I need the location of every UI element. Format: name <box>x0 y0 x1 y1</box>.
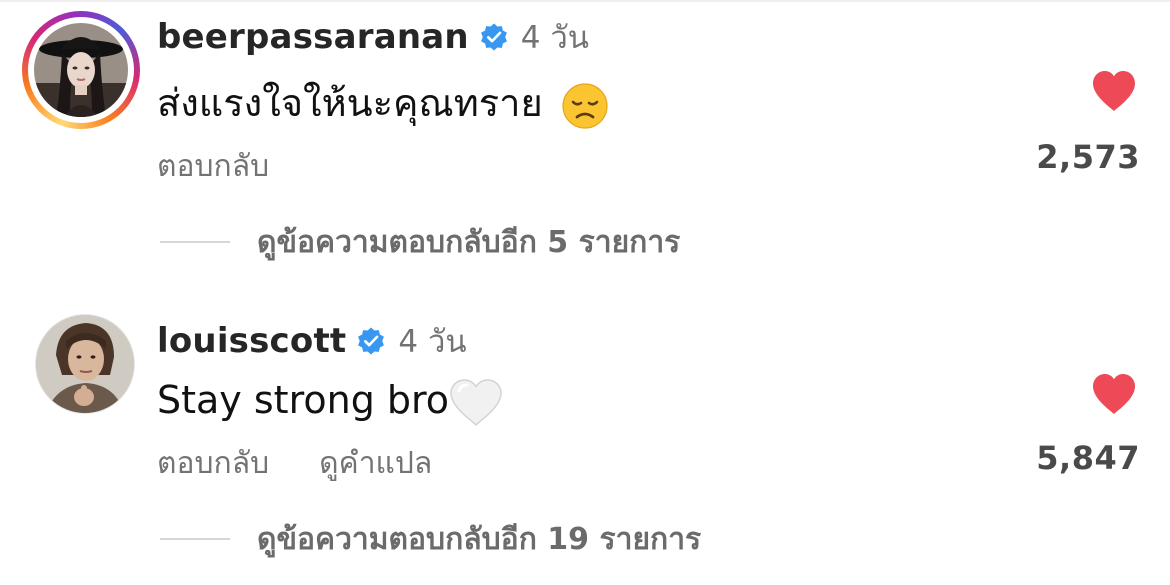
white-heart-emoji <box>449 378 503 427</box>
verified-badge-icon <box>358 327 385 355</box>
reply-button[interactable]: ตอบกลับ <box>157 440 269 487</box>
avatar-photo <box>36 315 134 413</box>
comment-body: Stay strong bro <box>157 378 450 422</box>
like-control: 5,847 <box>1030 373 1140 493</box>
comment-actions: ตอบกลับ ดูคำแปล <box>157 441 432 485</box>
heart-filled-icon[interactable] <box>1091 70 1137 112</box>
view-replies-label: ดูข้อความตอบกลับอีก 19 รายการ <box>257 521 702 557</box>
heart-filled-icon[interactable] <box>1091 373 1137 415</box>
comment-header: beerpassaranan 4 วัน <box>157 13 589 61</box>
comment-text: ส่งแรงใจให้นะคุณทราย <box>157 78 609 130</box>
like-control: 2,573 <box>1030 70 1140 190</box>
replies-divider-line <box>160 538 230 540</box>
like-count: 2,573 <box>1036 138 1140 176</box>
see-translation-button[interactable]: ดูคำแปล <box>319 440 432 487</box>
like-count: 5,847 <box>1036 439 1140 477</box>
comment-text: Stay strong bro <box>157 375 503 427</box>
view-replies-button[interactable]: ดูข้อความตอบกลับอีก 5 รายการ <box>160 220 680 264</box>
story-ring[interactable] <box>22 11 140 129</box>
avatar[interactable] <box>36 315 134 413</box>
replies-divider-line <box>160 241 230 243</box>
comment-body: ส่งแรงใจให้นะคุณทราย <box>157 81 543 125</box>
comment-time: 4 วัน <box>520 20 589 56</box>
comment-item: louisscott 4 วัน Stay strong bro ตอบกลับ… <box>0 295 1170 585</box>
username[interactable]: beerpassaranan <box>157 17 469 57</box>
avatar[interactable] <box>34 23 128 117</box>
comment-header: louisscott 4 วัน <box>157 317 467 365</box>
username[interactable]: louisscott <box>157 321 346 361</box>
avatar-photo <box>34 23 128 117</box>
view-replies-button[interactable]: ดูข้อความตอบกลับอีก 19 รายการ <box>160 517 701 561</box>
comment-item: beerpassaranan 4 วัน ส่งแรงใจให้นะคุณทรา… <box>0 0 1170 290</box>
comment-actions: ตอบกลับ <box>157 144 269 188</box>
view-replies-label: ดูข้อความตอบกลับอีก 5 รายการ <box>257 224 681 260</box>
reply-button[interactable]: ตอบกลับ <box>157 143 269 190</box>
verified-badge-icon <box>480 23 507 51</box>
disappointed-face-emoji <box>561 82 609 130</box>
comment-time: 4 วัน <box>398 324 467 360</box>
